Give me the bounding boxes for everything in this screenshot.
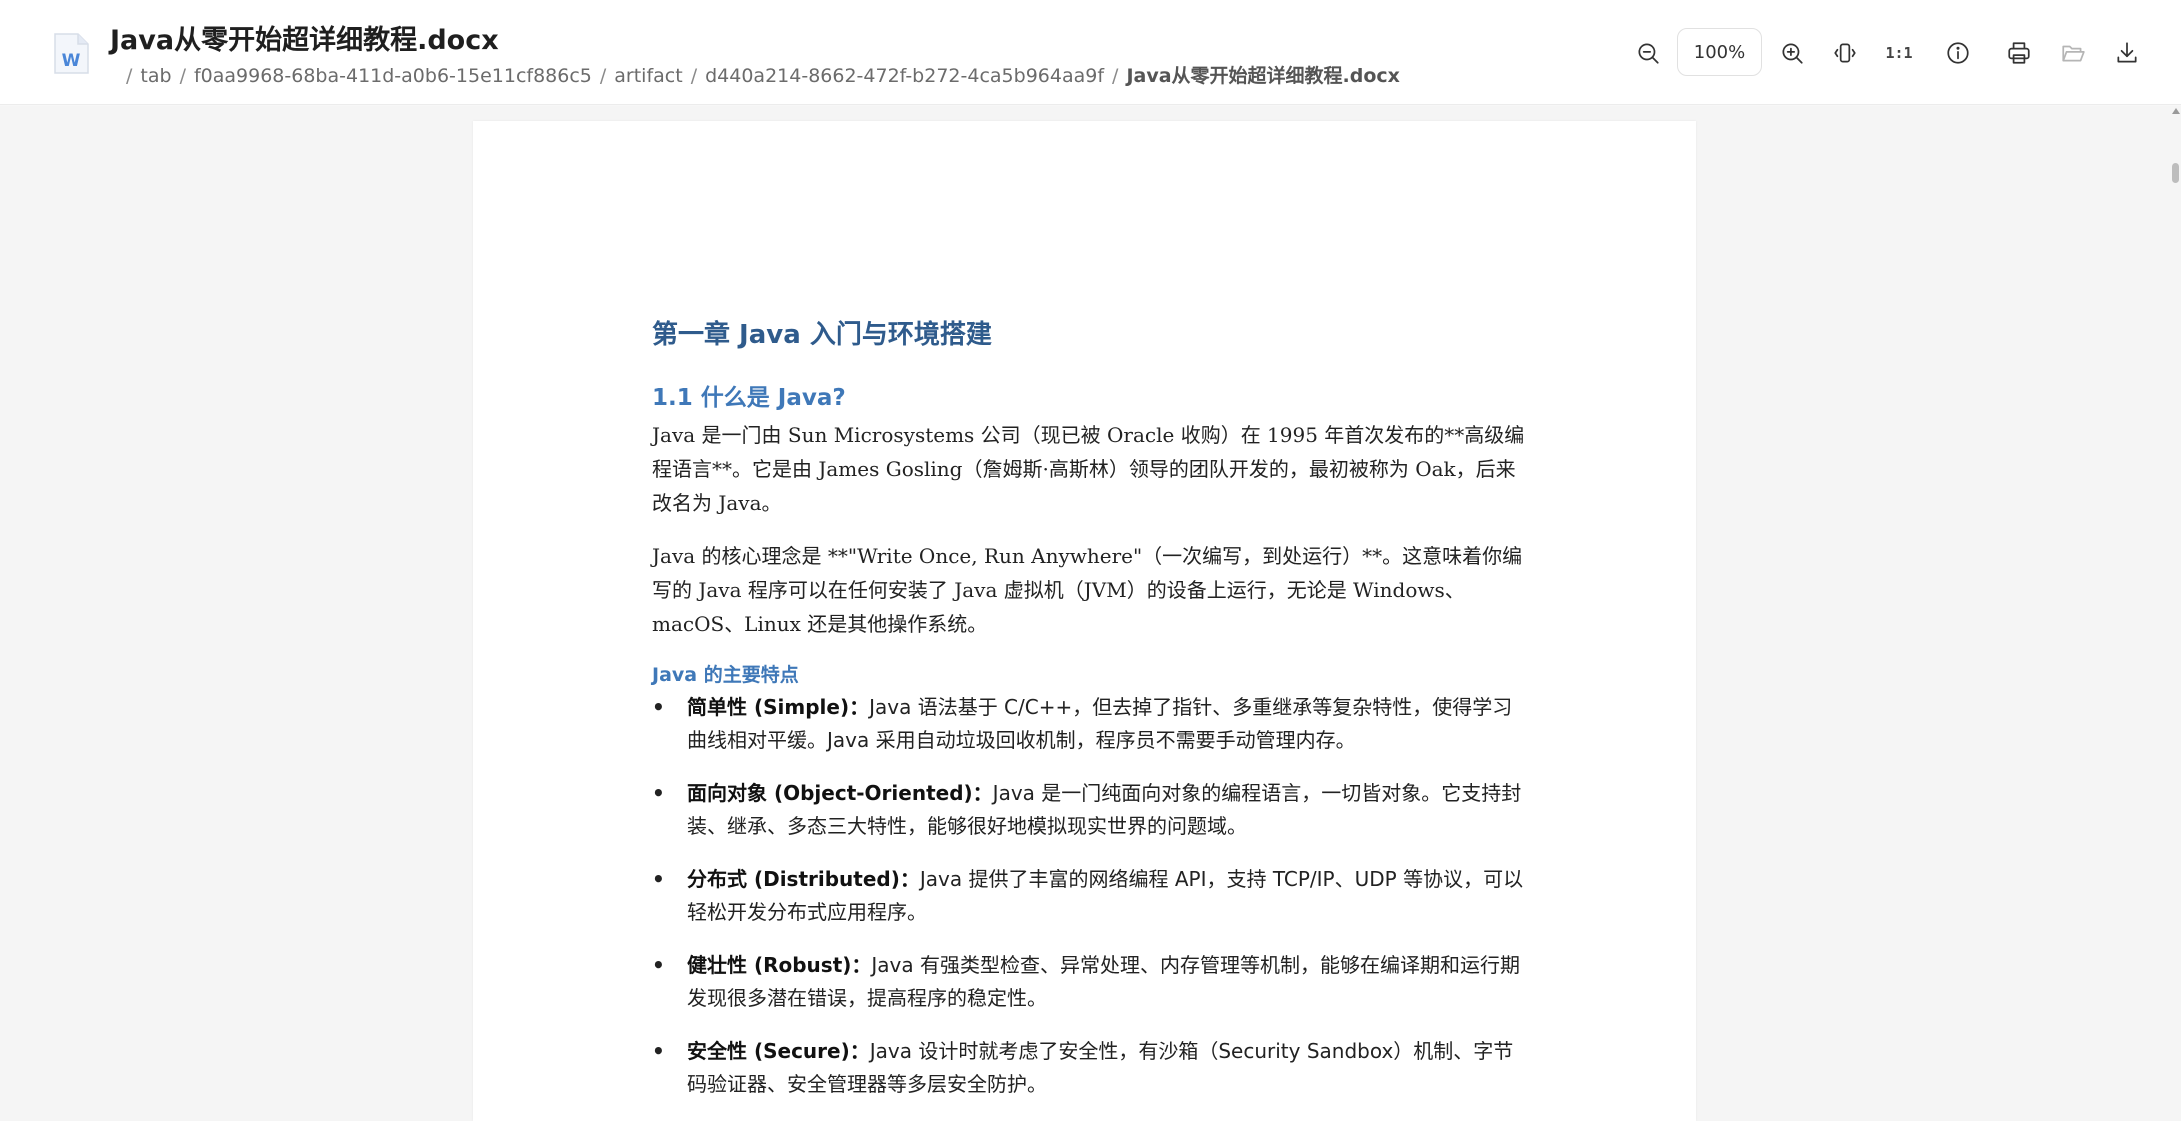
zoom-level-display[interactable]: 100% bbox=[1677, 28, 1762, 76]
breadcrumb-separator: / bbox=[599, 65, 607, 87]
download-icon bbox=[2117, 42, 2137, 63]
scrollbar-thumb[interactable] bbox=[2172, 163, 2179, 183]
zoom-in-icon bbox=[1782, 43, 1803, 64]
bullet-marker: • bbox=[652, 953, 665, 977]
list-item-distributed: • 分布式 (Distributed)：Java 提供了丰富的网络编程 API，支… bbox=[652, 863, 1532, 929]
download-button[interactable] bbox=[2107, 33, 2147, 73]
heading-section-1-1: 1.1 什么是 Java? bbox=[652, 385, 846, 411]
heading-chapter-1: 第一章 Java 入门与环境搭建 bbox=[652, 320, 992, 350]
breadcrumb-separator: / bbox=[179, 65, 186, 87]
word-file-icon-letter: W bbox=[62, 51, 81, 71]
document-page: 第一章 Java 入门与环境搭建 1.1 什么是 Java? Java 是一门由… bbox=[473, 121, 1696, 1121]
document-title: Java从零开始超详细教程.docx bbox=[110, 25, 499, 56]
document-viewport[interactable]: 第一章 Java 入门与环境搭建 1.1 什么是 Java? Java 是一门由… bbox=[0, 106, 2181, 1121]
actual-size-button[interactable]: 1:1 bbox=[1879, 33, 1919, 73]
breadcrumb-item-artifact[interactable]: artifact bbox=[614, 65, 682, 87]
list-item-robust: • 健壮性 (Robust)：Java 有强类型检查、异常处理、内存管理等机制，能… bbox=[652, 949, 1532, 1015]
zoom-out-button[interactable] bbox=[1628, 33, 1668, 73]
breadcrumb-item-tab-id[interactable]: f0aa9968-68ba-411d-a0b6-15e11cf886c5 bbox=[194, 65, 592, 87]
breadcrumb-separator: / bbox=[126, 65, 133, 87]
heading-java-features: Java 的主要特点 bbox=[652, 664, 799, 686]
page-content: 第一章 Java 入门与环境搭建 1.1 什么是 Java? Java 是一门由… bbox=[652, 314, 1532, 1121]
list-item-simple: • 简单性 (Simple)：Java 语法基于 C/C++，但去掉了指针、多重继… bbox=[652, 691, 1532, 757]
open-folder-icon bbox=[2062, 45, 2085, 62]
fit-width-icon bbox=[1834, 43, 1856, 63]
breadcrumb-item-artifact-id[interactable]: d440a214-8662-472f-b272-4ca5b964aa9f bbox=[705, 65, 1104, 87]
print-icon bbox=[2008, 42, 2030, 64]
fit-width-button[interactable] bbox=[1825, 33, 1865, 73]
viewer-header: W Java从零开始超详细教程.docx / tab / f0aa9968-68ba-… bbox=[0, 0, 2181, 105]
actual-size-icon: 1:1 bbox=[1885, 44, 1913, 62]
feature-term: 安全性 (Secure)： bbox=[687, 1039, 870, 1063]
paragraph-java-philosophy: Java 的核心理念是 **"Write Once, Run Anywhere"… bbox=[652, 544, 1523, 636]
breadcrumb-item-current-file: Java从零开始超详细教程.docx bbox=[1126, 65, 1400, 87]
list-item-object-oriented: • 面向对象 (Object-Oriented)：Java 是一门纯面向对象的编程… bbox=[652, 777, 1532, 843]
info-icon bbox=[1947, 42, 1969, 64]
paragraph-java-intro: Java 是一门由 Sun Microsystems 公司（现已被 Oracle… bbox=[652, 423, 1525, 515]
breadcrumb-separator: / bbox=[690, 65, 698, 87]
feature-term: 简单性 (Simple)： bbox=[687, 695, 870, 719]
feature-term: 面向对象 (Object-Oriented)： bbox=[687, 781, 993, 805]
features-list: • 简单性 (Simple)：Java 语法基于 C/C++，但去掉了指针、多重继… bbox=[652, 691, 1532, 1101]
feature-term: 健壮性 (Robust)： bbox=[687, 953, 872, 977]
feature-term: 分布式 (Distributed)： bbox=[687, 867, 920, 891]
bullet-marker: • bbox=[652, 867, 665, 891]
bullet-marker: • bbox=[652, 695, 665, 719]
document-info-button[interactable] bbox=[1938, 33, 1978, 73]
word-file-icon: W bbox=[52, 33, 90, 75]
zoom-out-icon bbox=[1638, 43, 1659, 64]
breadcrumb-item-tab[interactable]: tab bbox=[140, 65, 171, 87]
print-button[interactable] bbox=[1999, 33, 2039, 73]
open-folder-button[interactable] bbox=[2053, 33, 2093, 73]
bullet-marker: • bbox=[652, 781, 665, 805]
vertical-scrollbar[interactable] bbox=[2169, 106, 2181, 1121]
list-item-secure: • 安全性 (Secure)：Java 设计时就考虑了安全性，有沙箱（Securi… bbox=[652, 1035, 1532, 1101]
breadcrumb: / tab / f0aa9968-68ba-411d-a0b6-15e11cf886c… bbox=[118, 61, 1400, 88]
scroll-up-arrow-icon[interactable] bbox=[2172, 108, 2180, 114]
bullet-marker: • bbox=[652, 1039, 665, 1063]
breadcrumb-separator: / bbox=[1112, 65, 1119, 87]
zoom-in-button[interactable] bbox=[1772, 33, 1812, 73]
